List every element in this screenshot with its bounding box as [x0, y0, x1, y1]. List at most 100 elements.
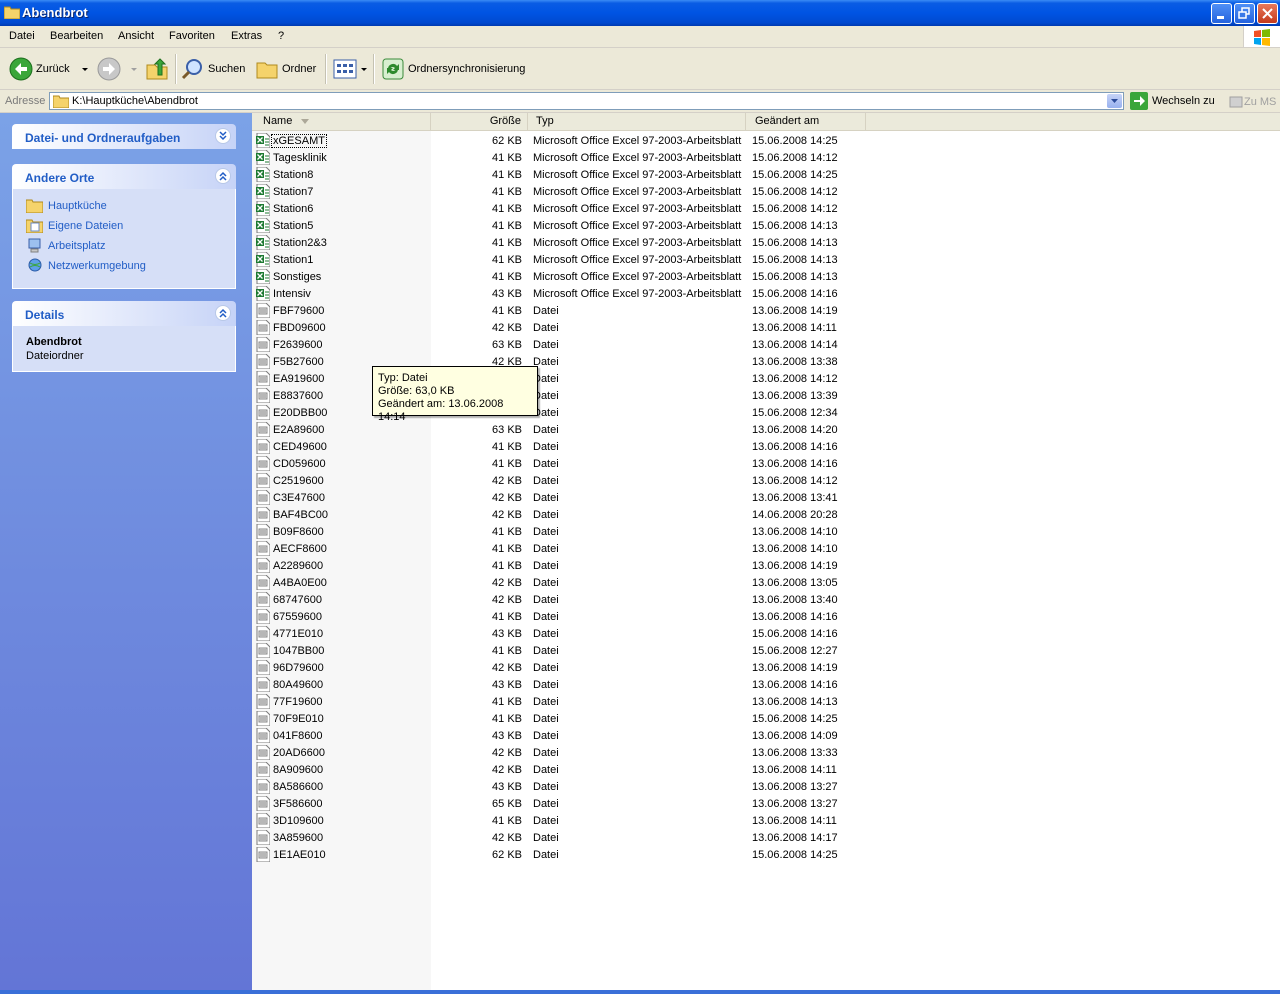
- chevron-down-icon[interactable]: [129, 64, 139, 74]
- back-button[interactable]: Zurück: [9, 57, 90, 81]
- chevron-down-icon[interactable]: [359, 64, 369, 74]
- menu-help[interactable]: ?: [278, 30, 284, 42]
- menu-datei[interactable]: Datei: [9, 30, 35, 42]
- menu-extras[interactable]: Extras: [231, 30, 262, 42]
- place-link-arbeitsplatz[interactable]: Arbeitsplatz: [26, 238, 105, 253]
- file-row[interactable]: 4771E010 43 KB Datei 15.06.2008 14:16: [252, 626, 1280, 643]
- file-type: Datei: [533, 543, 559, 555]
- file-modified: 15.06.2008 14:13: [752, 271, 838, 283]
- toolbar-separator: [175, 54, 177, 84]
- toolbar-separator: [373, 54, 375, 84]
- menu-ansicht[interactable]: Ansicht: [118, 30, 154, 42]
- minimize-icon: [1217, 16, 1224, 19]
- file-row[interactable]: 77F19600 41 KB Datei 13.06.2008 14:13: [252, 694, 1280, 711]
- column-header-size[interactable]: Größe: [431, 113, 528, 130]
- file-name: Station2&3: [273, 237, 327, 249]
- place-link-hauptkueche[interactable]: Hauptküche: [26, 198, 107, 213]
- file-row[interactable]: 8A909600 42 KB Datei 13.06.2008 14:11: [252, 762, 1280, 779]
- file-row[interactable]: 67559600 41 KB Datei 13.06.2008 14:16: [252, 609, 1280, 626]
- file-row[interactable]: C2519600 42 KB Datei 13.06.2008 14:12: [252, 473, 1280, 490]
- file-row[interactable]: 20AD6600 42 KB Datei 13.06.2008 13:33: [252, 745, 1280, 762]
- search-button[interactable]: Suchen: [181, 57, 245, 81]
- file-row[interactable]: Station2&3 41 KB Microsoft Office Excel 97…: [252, 235, 1280, 252]
- file-row[interactable]: C3E47600 42 KB Datei 13.06.2008 13:41: [252, 490, 1280, 507]
- file-row[interactable]: 8A586600 43 KB Datei 13.06.2008 13:27: [252, 779, 1280, 796]
- column-header-modified[interactable]: Geändert am: [746, 113, 866, 130]
- file-name: Station1: [273, 254, 314, 266]
- chevron-double-down-icon: [219, 131, 227, 141]
- file-row[interactable]: 80A49600 43 KB Datei 13.06.2008 14:16: [252, 677, 1280, 694]
- folder-sync-button[interactable]: Ordnersynchronisierung: [381, 57, 525, 81]
- file-type: Datei: [533, 475, 559, 487]
- file-row[interactable]: CD059600 41 KB Datei 13.06.2008 14:16: [252, 456, 1280, 473]
- file-row[interactable]: B09F8600 41 KB Datei 13.06.2008 14:10: [252, 524, 1280, 541]
- file-folder-tasks-header[interactable]: Datei- und Ordneraufgaben: [12, 124, 236, 149]
- file-type: Microsoft Office Excel 97-2003-Arbeitsbl…: [533, 203, 742, 215]
- minimize-button[interactable]: [1211, 3, 1232, 24]
- column-header-type[interactable]: Typ: [528, 113, 746, 130]
- file-row[interactable]: Station7 41 KB Microsoft Office Excel 97-2…: [252, 184, 1280, 201]
- up-folder-button[interactable]: [145, 57, 169, 81]
- file-row[interactable]: 96D79600 42 KB Datei 13.06.2008 14:19: [252, 660, 1280, 677]
- file-row[interactable]: AECF8600 41 KB Datei 13.06.2008 14:10: [252, 541, 1280, 558]
- file-row[interactable]: 3A859600 42 KB Datei 13.06.2008 14:17: [252, 830, 1280, 847]
- place-link-eigene-dateien[interactable]: Eigene Dateien: [26, 218, 123, 233]
- column-header-name[interactable]: Name: [252, 113, 431, 130]
- collapse-button[interactable]: [215, 305, 231, 321]
- file-row[interactable]: E2A89600 63 KB Datei 13.06.2008 14:20: [252, 422, 1280, 439]
- file-type: Datei: [533, 730, 559, 742]
- file-row[interactable]: Sonstiges 41 KB Microsoft Office Excel 97-…: [252, 269, 1280, 286]
- address-value: K:\Hauptküche\Abendbrot: [72, 95, 198, 107]
- folder-icon: [256, 62, 278, 79]
- forward-button[interactable]: [97, 57, 139, 81]
- file-row[interactable]: Station5 41 KB Microsoft Office Excel 97-2…: [252, 218, 1280, 235]
- file-row[interactable]: Intensiv 43 KB Microsoft Office Excel 97-2…: [252, 286, 1280, 303]
- links-button[interactable]: Zu MS: [1228, 93, 1276, 111]
- file-row[interactable]: FBF79600 41 KB Datei 13.06.2008 14:19: [252, 303, 1280, 320]
- go-button[interactable]: Wechseln zu: [1130, 92, 1215, 110]
- file-row[interactable]: BAF4BC00 42 KB Datei 14.06.2008 20:28: [252, 507, 1280, 524]
- file-type: Datei: [533, 815, 559, 827]
- file-row[interactable]: 041F8600 43 KB Datei 13.06.2008 14:09: [252, 728, 1280, 745]
- title-bar[interactable]: Abendbrot: [0, 0, 1280, 26]
- file-modified: 15.06.2008 14:12: [752, 203, 838, 215]
- file-name: F5B27600: [273, 356, 324, 368]
- restore-button[interactable]: [1234, 3, 1255, 24]
- file-row[interactable]: A4BA0E00 42 KB Datei 13.06.2008 13:05: [252, 575, 1280, 592]
- windows-flag-icon: [1254, 29, 1270, 46]
- address-dropdown-button[interactable]: [1107, 94, 1122, 108]
- file-row[interactable]: 70F9E010 41 KB Datei 15.06.2008 14:25: [252, 711, 1280, 728]
- file-row[interactable]: xGESAMT 62 KB Microsoft Office Excel 97-20…: [252, 133, 1280, 150]
- views-button[interactable]: [333, 57, 369, 81]
- file-row[interactable]: Station1 41 KB Microsoft Office Excel 97-2…: [252, 252, 1280, 269]
- close-button[interactable]: [1257, 3, 1278, 24]
- place-link-netzwerkumgebung[interactable]: Netzwerkumgebung: [26, 258, 146, 273]
- file-row[interactable]: CED49600 41 KB Datei 13.06.2008 14:16: [252, 439, 1280, 456]
- file-row[interactable]: Tagesklinik 41 KB Microsoft Office Excel 9…: [252, 150, 1280, 167]
- file-row[interactable]: A2289600 41 KB Datei 13.06.2008 14:19: [252, 558, 1280, 575]
- file-row[interactable]: F2639600 63 KB Datei 13.06.2008 14:14: [252, 337, 1280, 354]
- file-size: 42 KB: [492, 492, 522, 504]
- file-list[interactable]: Name Größe Typ Geändert am xGESAMT 62 KB M…: [252, 113, 1280, 990]
- file-row[interactable]: Station8 41 KB Microsoft Office Excel 97-2…: [252, 167, 1280, 184]
- file-row[interactable]: 3F586600 65 KB Datei 13.06.2008 13:27: [252, 796, 1280, 813]
- details-header[interactable]: Details: [12, 301, 236, 326]
- menu-favoriten[interactable]: Favoriten: [169, 30, 215, 42]
- file-row[interactable]: Station6 41 KB Microsoft Office Excel 97-2…: [252, 201, 1280, 218]
- file-row[interactable]: 3D109600 41 KB Datei 13.06.2008 14:11: [252, 813, 1280, 830]
- file-modified: 15.06.2008 14:12: [752, 152, 838, 164]
- address-input[interactable]: K:\Hauptküche\Abendbrot: [49, 92, 1124, 110]
- file-modified: 15.06.2008 14:25: [752, 135, 838, 147]
- file-size: 42 KB: [492, 747, 522, 759]
- file-row[interactable]: 1E1AE010 62 KB Datei 15.06.2008 14:25: [252, 847, 1280, 864]
- menu-bearbeiten[interactable]: Bearbeiten: [50, 30, 103, 42]
- expand-button[interactable]: [215, 128, 231, 144]
- file-type: Datei: [533, 713, 559, 725]
- file-row[interactable]: FBD09600 42 KB Datei 13.06.2008 14:11: [252, 320, 1280, 337]
- collapse-button[interactable]: [215, 168, 231, 184]
- other-places-header[interactable]: Andere Orte: [12, 164, 236, 189]
- file-row[interactable]: 68747600 42 KB Datei 13.06.2008 13:40: [252, 592, 1280, 609]
- file-row[interactable]: 1047BB00 41 KB Datei 15.06.2008 12:27: [252, 643, 1280, 660]
- chevron-down-icon[interactable]: [80, 64, 90, 74]
- folders-button[interactable]: Ordner: [255, 57, 316, 81]
